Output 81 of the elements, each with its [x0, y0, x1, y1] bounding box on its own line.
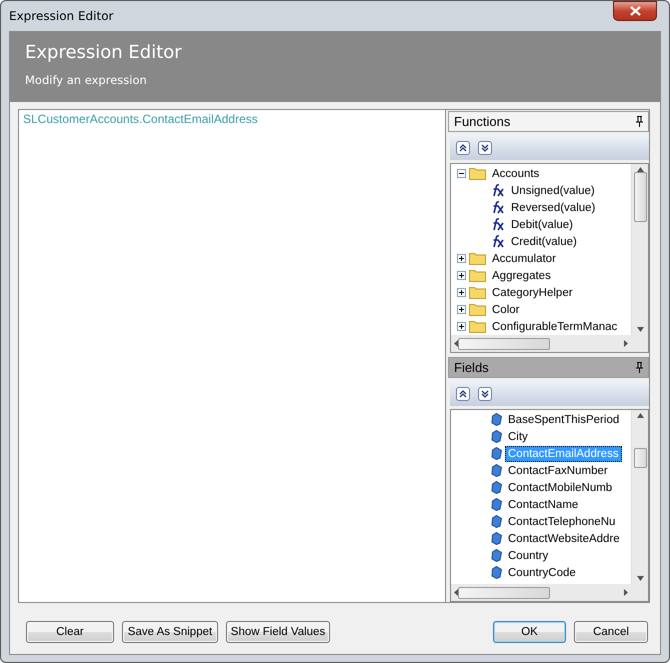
tree-item[interactable]: Aggregates	[489, 268, 554, 284]
expression-text: SLCustomerAccounts.ContactEmailAddress	[23, 112, 258, 126]
tree-item[interactable]: ContactName	[505, 496, 582, 512]
header-subtitle: Modify an expression	[25, 73, 148, 87]
tree-item[interactable]: Color	[489, 302, 522, 318]
dialog-button[interactable]: Show Field Values	[226, 621, 330, 643]
scroll-down-icon[interactable]	[636, 327, 644, 332]
double-chevron-up-icon	[459, 390, 467, 398]
function-icon	[491, 218, 505, 231]
field-icon	[491, 430, 502, 443]
tree-item[interactable]: CategoryHelper	[489, 284, 576, 300]
collapse-all-button[interactable]	[456, 386, 470, 400]
field-icon	[491, 481, 502, 494]
scrollbar-thumb[interactable]	[634, 172, 646, 222]
vertical-scrollbar[interactable]	[631, 164, 648, 335]
expand-icon[interactable]	[457, 305, 466, 314]
collapse-icon[interactable]	[457, 169, 466, 178]
tree-item[interactable]: ContactTelephoneNu	[505, 514, 618, 530]
function-icon	[491, 235, 505, 248]
function-icon	[491, 201, 505, 214]
pin-icon[interactable]	[636, 362, 643, 373]
scroll-down-icon[interactable]	[636, 576, 644, 581]
expand-icon[interactable]	[457, 322, 466, 331]
field-icon	[491, 549, 502, 562]
folder-icon	[469, 269, 486, 282]
expand-icon[interactable]	[457, 271, 466, 280]
tree-item[interactable]: Accounts	[489, 166, 542, 182]
tree-item[interactable]: ContactMobileNumb	[505, 480, 616, 496]
folder-icon	[469, 286, 486, 299]
tree-item[interactable]: Accumulator	[489, 250, 559, 266]
field-icon	[491, 447, 502, 460]
field-icon	[491, 498, 502, 511]
tree-item[interactable]: Reversed(value)	[508, 200, 598, 216]
folder-icon	[469, 167, 486, 180]
scroll-up-icon[interactable]	[636, 413, 644, 418]
folder-icon	[469, 303, 486, 316]
dialog-button[interactable]: Clear	[26, 621, 114, 643]
tree-item[interactable]: ConfigurableTermManac	[489, 318, 620, 334]
tree-item[interactable]: ContactWebsiteAddre	[505, 530, 623, 546]
field-icon	[491, 532, 502, 545]
panel-title: Fields	[454, 360, 489, 375]
header-title: Expression Editor	[25, 42, 183, 63]
scrollbar-thumb[interactable]	[458, 586, 550, 598]
folder-icon	[469, 252, 486, 265]
scrollbar-thumb[interactable]	[634, 448, 646, 468]
panel-title: Functions	[454, 114, 510, 129]
tree-item[interactable]: Debit(value)	[508, 216, 576, 232]
scroll-right-icon[interactable]	[624, 589, 628, 596]
double-chevron-up-icon	[459, 144, 467, 152]
collapse-all-button[interactable]	[456, 140, 470, 154]
scrollbar-thumb[interactable]	[458, 338, 550, 350]
field-icon	[491, 515, 502, 528]
tree-item[interactable]: Credit(value)	[508, 234, 580, 250]
double-chevron-down-icon	[481, 144, 489, 152]
tree-item[interactable]: Country	[505, 548, 552, 564]
tree-item[interactable]: BaseSpentThisPeriod	[505, 412, 622, 428]
scroll-right-icon[interactable]	[624, 340, 628, 347]
tree-item[interactable]: ContactFaxNumber	[505, 462, 611, 478]
dialog-button[interactable]: OK	[493, 621, 566, 643]
close-button[interactable]	[613, 1, 657, 21]
dialog-button[interactable]: Save As Snippet	[122, 621, 218, 643]
expand-all-button[interactable]	[478, 386, 492, 400]
function-icon	[491, 184, 505, 197]
field-icon	[491, 566, 502, 579]
double-chevron-down-icon	[481, 390, 489, 398]
expand-all-button[interactable]	[478, 140, 492, 154]
pin-icon[interactable]	[636, 116, 643, 127]
field-icon	[491, 464, 502, 477]
dialog-button[interactable]: Cancel	[574, 621, 648, 643]
tree-item[interactable]: Unsigned(value)	[508, 182, 598, 198]
tree-item[interactable]: CountryCode	[505, 564, 579, 580]
tree-item[interactable]: City	[505, 428, 531, 444]
expand-icon[interactable]	[457, 288, 466, 297]
vertical-scrollbar[interactable]	[631, 410, 648, 584]
field-icon	[491, 413, 502, 426]
horizontal-scrollbar[interactable]	[451, 335, 631, 352]
window-title: Expression Editor	[9, 9, 114, 23]
folder-icon	[469, 320, 486, 333]
close-icon	[630, 6, 640, 16]
horizontal-scrollbar[interactable]	[451, 584, 631, 601]
expand-icon[interactable]	[457, 254, 466, 263]
